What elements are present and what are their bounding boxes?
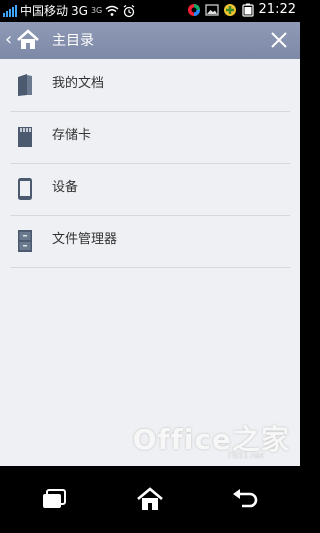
system-nav-bar bbox=[0, 466, 300, 533]
phone-device-icon bbox=[18, 178, 32, 200]
home-nav-icon[interactable] bbox=[135, 486, 165, 512]
sd-card-icon bbox=[18, 127, 32, 147]
carrier-name: 中国移动 bbox=[20, 4, 69, 18]
list-item-label: 我的文档 bbox=[52, 76, 105, 91]
list-item-my-documents[interactable]: 我的文档 bbox=[10, 59, 290, 112]
image-notification-icon bbox=[204, 3, 219, 16]
directory-list: 我的文档 存储卡 设备 文件管理器 Office之家 ITs51.net bbox=[0, 59, 300, 466]
home-icon[interactable] bbox=[15, 28, 41, 52]
recent-apps-icon[interactable] bbox=[40, 486, 70, 512]
list-item-device[interactable]: 设备 bbox=[10, 163, 290, 216]
document-icon bbox=[18, 74, 32, 96]
clock-time: 21:22 bbox=[258, 2, 296, 17]
title-bar: ‹ 主目录 bbox=[0, 22, 300, 59]
file-cabinet-icon bbox=[18, 230, 32, 252]
list-item-label: 文件管理器 bbox=[52, 232, 118, 247]
wifi-icon bbox=[105, 5, 119, 16]
network-type: 3G bbox=[71, 4, 88, 18]
watermark-logo: Office之家 bbox=[132, 423, 290, 456]
back-nav-icon[interactable] bbox=[230, 486, 260, 512]
battery-icon bbox=[241, 3, 254, 17]
list-item-storage-card[interactable]: 存储卡 bbox=[10, 111, 290, 164]
list-item-file-manager[interactable]: 文件管理器 bbox=[10, 215, 290, 268]
back-chevron-icon[interactable]: ‹ bbox=[5, 28, 12, 52]
watermark-url: ITs51.net bbox=[228, 451, 264, 460]
signal-strength-icon bbox=[3, 5, 17, 17]
alarm-clock-icon bbox=[123, 5, 135, 18]
close-icon[interactable] bbox=[268, 29, 290, 51]
data-activity-indicator: 3G bbox=[90, 6, 103, 15]
security-shield-icon bbox=[223, 3, 236, 16]
status-bar: 中国移动 3G 3G 21:22 bbox=[0, 0, 300, 22]
list-item-label: 设备 bbox=[52, 180, 79, 195]
list-item-label: 存储卡 bbox=[52, 128, 92, 143]
page-title: 主目录 bbox=[52, 33, 94, 49]
app-notification-icon bbox=[187, 3, 200, 16]
